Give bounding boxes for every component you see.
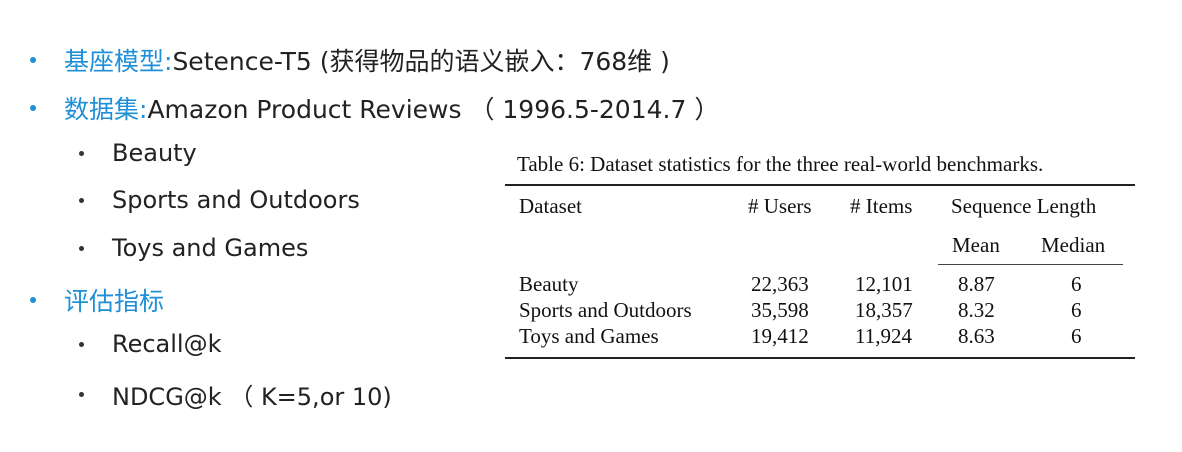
sub-bullet-text: Recall@k xyxy=(112,330,222,358)
row-dataset: Sports and Outdoors xyxy=(519,298,692,322)
bullet-dot xyxy=(30,105,36,111)
sub-bullet-sports: Sports and Outdoors xyxy=(79,186,360,214)
bullet-base-model: 基座模型: Setence-T5 (获得物品的语义嵌入：768维 ) xyxy=(30,42,670,78)
sub-bullet-dot xyxy=(79,245,84,251)
row-users: 22,363 xyxy=(751,272,809,296)
row-items: 11,924 xyxy=(855,324,912,348)
row-dataset: Beauty xyxy=(519,272,579,296)
header-items: # Items xyxy=(850,194,913,218)
sub-bullet-recall: Recall@k xyxy=(79,330,222,358)
base-model-text: Setence-T5 (获得物品的语义嵌入：768维 ) xyxy=(172,47,670,76)
dataset-text: Amazon Product Reviews （ 1996.5-2014.7 ） xyxy=(147,95,720,124)
header-seq-length: Sequence Length xyxy=(951,194,1097,218)
bullet-dataset: 数据集: Amazon Product Reviews （ 1996.5-201… xyxy=(30,90,719,126)
sub-bullet-dot xyxy=(79,341,84,347)
sub-bullet-toys: Toys and Games xyxy=(79,234,308,262)
sub-bullet-dot xyxy=(79,197,84,203)
sub-bullet-text: Toys and Games xyxy=(112,234,309,262)
row-mean: 8.87 xyxy=(958,272,995,296)
dataset-label: 数据集: xyxy=(64,95,148,124)
row-median: 6 xyxy=(1071,272,1082,296)
table-bottom-rule xyxy=(505,357,1135,359)
header-dataset: Dataset xyxy=(519,194,582,218)
row-users: 35,598 xyxy=(751,298,809,322)
table-top-rule xyxy=(505,184,1135,186)
table-caption: Table 6: Dataset statistics for the thre… xyxy=(517,152,1044,176)
row-mean: 8.63 xyxy=(958,324,995,348)
table-sub-rule xyxy=(938,264,1123,265)
bullet-metrics: 评估指标 xyxy=(30,282,164,318)
sub-bullet-text: Sports and Outdoors xyxy=(112,186,360,214)
row-dataset: Toys and Games xyxy=(519,324,659,348)
header-median: Median xyxy=(1041,233,1106,257)
header-users: # Users xyxy=(748,194,812,218)
row-median: 6 xyxy=(1071,324,1082,348)
row-items: 18,357 xyxy=(855,298,913,322)
sub-bullet-text: Beauty xyxy=(112,139,197,167)
header-mean: Mean xyxy=(952,233,1000,257)
dataset-table: Table 6: Dataset statistics for the thre… xyxy=(505,152,1135,359)
sub-bullet-dot xyxy=(79,150,84,156)
sub-bullet-beauty: Beauty xyxy=(79,139,197,167)
bullet-dot xyxy=(30,57,36,63)
row-median: 6 xyxy=(1071,298,1082,322)
row-items: 12,101 xyxy=(855,272,913,296)
metrics-label: 评估指标 xyxy=(64,287,165,316)
sub-bullet-ndcg: NDCG@k （ K=5,or 10) xyxy=(79,377,392,412)
row-users: 19,412 xyxy=(751,324,809,348)
base-model-label: 基座模型: xyxy=(64,47,173,76)
row-mean: 8.32 xyxy=(958,298,995,322)
bullet-dot xyxy=(30,297,36,303)
sub-bullet-text: NDCG@k （ K=5,or 10) xyxy=(112,383,392,411)
sub-bullet-dot xyxy=(79,392,84,397)
